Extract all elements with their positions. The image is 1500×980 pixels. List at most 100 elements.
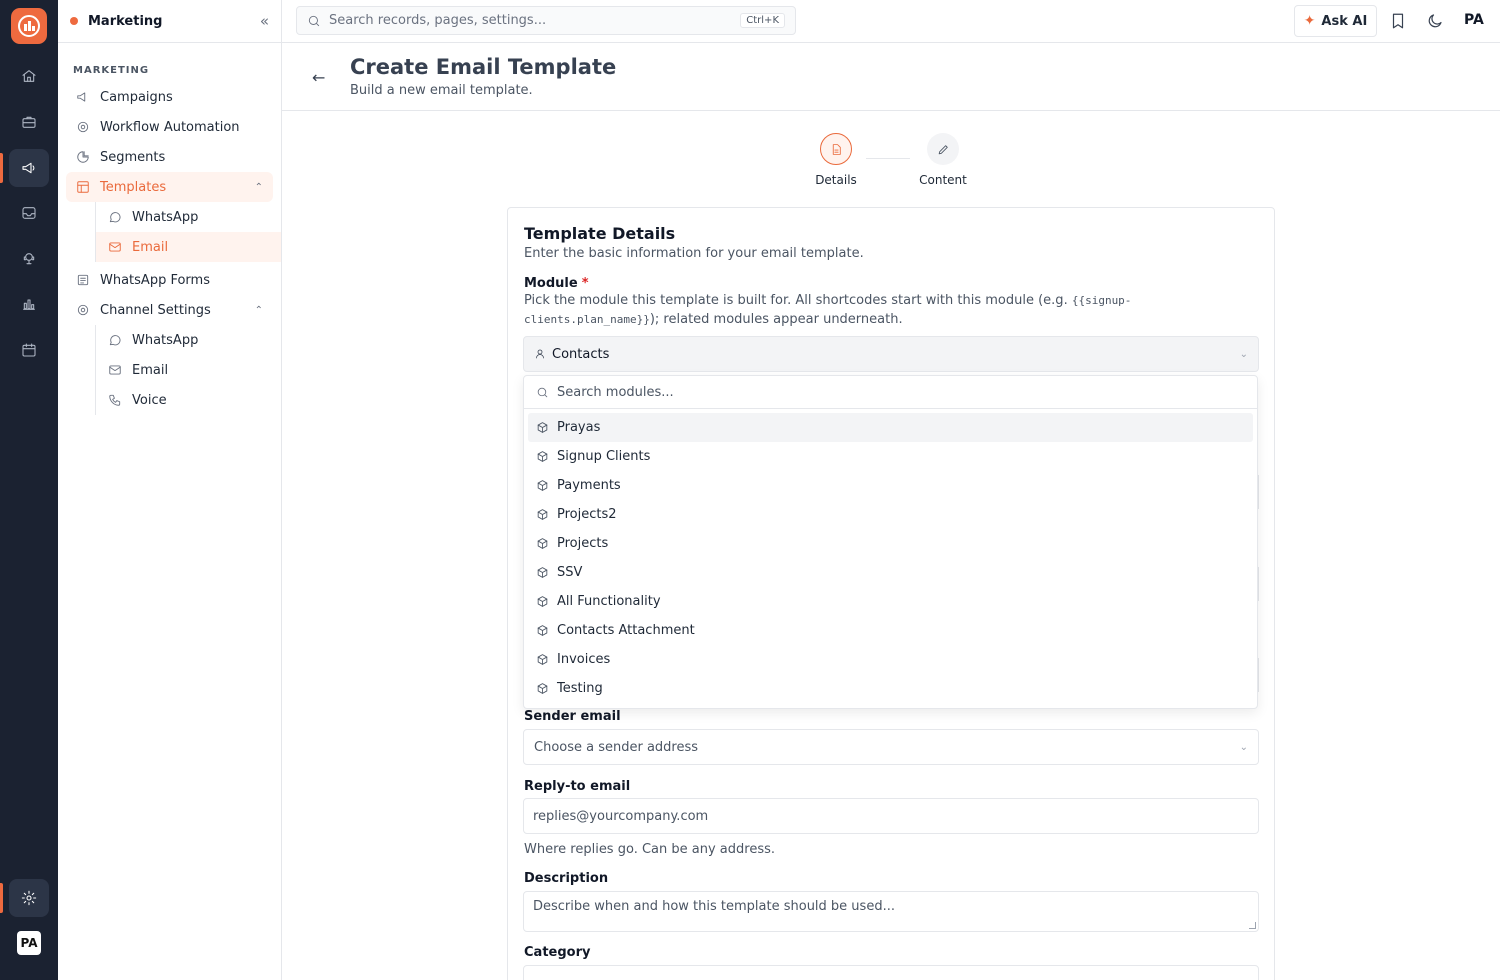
sidebar-item-label: Segments [100, 149, 166, 165]
support-icon [23, 253, 35, 265]
sidebar-nav: Campaigns Workflow Automation Segments T… [58, 82, 281, 202]
module-dropdown: Search modules... Prayas Signup Clients Pa… [523, 375, 1258, 709]
sidebar-item-channel-settings[interactable]: Channel Settings ⌃ [66, 295, 273, 325]
rail-support[interactable] [9, 240, 49, 278]
rail-avatar[interactable]: PA [17, 931, 41, 955]
sidebar-item-templates-email[interactable]: Email [96, 232, 281, 262]
description-placeholder: Describe when and how this template shou… [533, 899, 895, 914]
module-option-label: Projects [557, 536, 609, 551]
template-icon [77, 181, 89, 193]
collapse-sidebar-icon[interactable]: « [260, 12, 269, 30]
sidebar-item-channel-whatsapp[interactable]: WhatsApp [96, 325, 273, 355]
ask-ai-button[interactable]: ✦ Ask AI [1294, 5, 1377, 37]
cube-icon [537, 596, 548, 607]
sidebar-item-channel-voice[interactable]: Voice [96, 385, 273, 415]
step-label: Content [919, 173, 967, 187]
chevron-up-icon: ⌃ [254, 304, 263, 316]
module-option[interactable]: Prayas [528, 413, 1253, 442]
rail-briefcase[interactable] [9, 103, 49, 141]
moon-icon[interactable] [1426, 12, 1444, 30]
chevron-down-icon: ⌄ [1239, 348, 1248, 360]
sidebar-item-label: WhatsApp [132, 209, 199, 225]
logo-icon [18, 15, 40, 37]
module-option[interactable]: Testing [528, 674, 1253, 703]
back-arrow-icon[interactable]: ← [312, 68, 325, 87]
sender-email-select[interactable]: Choose a sender address ⌄ [523, 729, 1259, 765]
required-marker: * [581, 276, 589, 291]
cube-icon [537, 422, 548, 433]
reply-to-help: Where replies go. Can be any address. [524, 842, 775, 857]
whatsapp-icon [109, 212, 121, 223]
sidebar-item-label: WhatsApp Forms [100, 272, 210, 288]
category-select[interactable] [523, 965, 1259, 980]
description-textarea[interactable]: Describe when and how this template shou… [523, 891, 1259, 932]
rail-calendar[interactable] [9, 331, 49, 369]
user-avatar[interactable]: PA [1464, 12, 1484, 28]
cube-icon [537, 509, 548, 520]
reply-to-label: Reply-to email [524, 779, 631, 794]
rail-reports[interactable] [9, 285, 49, 323]
module-option[interactable]: SSV [528, 558, 1253, 587]
module-option-label: All Functionality [557, 594, 661, 609]
sidebar-item-label: Templates [100, 179, 167, 195]
rail-marketing[interactable] [9, 149, 49, 187]
step-details[interactable]: Details [812, 133, 860, 187]
module-option[interactable]: Payments [528, 471, 1253, 500]
rail-settings[interactable] [9, 879, 49, 917]
cube-icon [537, 625, 548, 636]
sender-email-placeholder: Choose a sender address [534, 739, 699, 755]
sidebar-item-templates[interactable]: Templates ⌃ [66, 172, 273, 202]
reply-to-input[interactable]: replies@yourcompany.com [523, 798, 1259, 834]
sidebar-item-label: Email [132, 362, 169, 378]
module-search-placeholder: Search modules... [557, 384, 674, 400]
global-search[interactable]: Search records, pages, settings... Ctrl+… [296, 6, 796, 35]
page-header: ← Create Email Template Build a new emai… [282, 43, 1500, 111]
sidebar-item-label: Workflow Automation [100, 119, 240, 135]
pie-chart-icon [77, 151, 89, 163]
rail-home[interactable] [9, 57, 49, 95]
module-option-label: Testing [557, 681, 603, 696]
module-option[interactable]: Projects2 [528, 500, 1253, 529]
module-option-label: SSV [557, 565, 583, 580]
module-option[interactable]: Projects [528, 529, 1253, 558]
sidebar-item-workflow-automation[interactable]: Workflow Automation [66, 112, 273, 142]
bookmark-icon[interactable] [1389, 12, 1407, 30]
step-content[interactable]: Content [915, 133, 971, 187]
module-search-input[interactable]: Search modules... [524, 376, 1257, 409]
module-option[interactable]: All Functionality [528, 587, 1253, 616]
sidebar-item-whatsapp-forms[interactable]: WhatsApp Forms [66, 265, 273, 295]
rail-active-indicator [0, 153, 3, 183]
module-select[interactable]: Contacts ⌄ [523, 336, 1259, 372]
mail-icon [109, 242, 121, 252]
cube-icon [537, 480, 548, 491]
section-label: MARKETING [73, 65, 150, 76]
module-option-label: Invoices [557, 652, 611, 667]
description-label: Description [524, 871, 609, 886]
megaphone-icon [77, 92, 86, 102]
sidebar-item-segments[interactable]: Segments [66, 142, 273, 172]
app-logo[interactable] [11, 8, 47, 44]
module-option[interactable]: Contacts Attachment [528, 616, 1253, 645]
search-placeholder: Search records, pages, settings... [329, 13, 547, 28]
gear-icon [77, 304, 89, 316]
chevron-up-icon: ⌃ [254, 181, 263, 193]
cube-icon [537, 538, 548, 549]
workspace-dot [70, 17, 78, 25]
step-label: Details [815, 173, 857, 187]
workspace-header: Marketing « [58, 0, 281, 43]
sidebar-item-channel-email[interactable]: Email [96, 355, 273, 385]
rail-inbox[interactable] [9, 194, 49, 232]
module-option[interactable]: Invoices [528, 645, 1253, 674]
sidebar-item-label: Campaigns [100, 89, 173, 105]
module-option-label: Payments [557, 478, 621, 493]
channel-settings-subnav: WhatsApp Email Voice [95, 325, 281, 415]
resize-handle[interactable] [1249, 922, 1256, 929]
sender-email-label: Sender email [524, 709, 621, 724]
cube-icon [537, 683, 548, 694]
module-option[interactable]: Signup Clients [528, 442, 1253, 471]
document-icon [832, 143, 841, 155]
sidebar-item-templates-whatsapp[interactable]: WhatsApp [96, 202, 273, 232]
sidebar-item-campaigns[interactable]: Campaigns [66, 82, 273, 112]
chevron-down-icon: ⌄ [1239, 741, 1248, 753]
megaphone-icon [22, 162, 35, 174]
